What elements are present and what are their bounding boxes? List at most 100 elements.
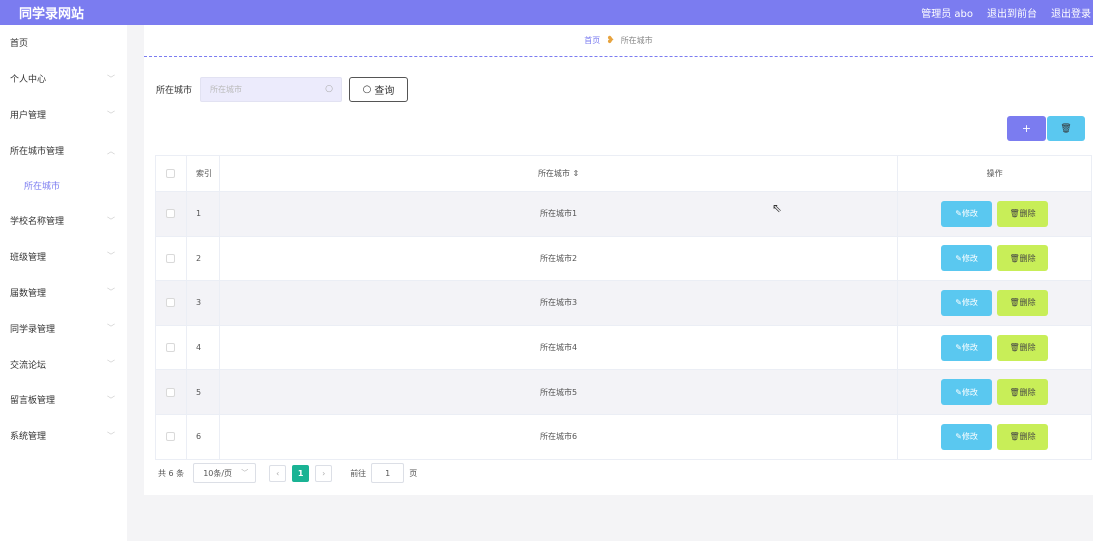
delete-button[interactable]: 🗑 删除 bbox=[997, 379, 1049, 406]
sidebar-item-school-management[interactable]: 学校名称管理 ﹀ bbox=[0, 203, 127, 239]
sidebar-item-user-management[interactable]: 用户管理 ﹀ bbox=[0, 97, 127, 133]
site-title: 同学录网站 bbox=[19, 7, 85, 22]
delete-label: 删除 bbox=[1019, 387, 1036, 397]
sidebar-item-label: 同学录管理 bbox=[10, 324, 56, 335]
search-label: 所在城市 bbox=[156, 86, 193, 96]
search-placeholder: 所在城市 bbox=[210, 85, 243, 94]
sidebar-item-system-management[interactable]: 系统管理 ﹀ bbox=[0, 418, 127, 454]
sidebar-item-message-board[interactable]: 留言板管理 ﹀ bbox=[0, 382, 127, 418]
row-actions: ✎ 修改 🗑 删除 bbox=[898, 192, 1092, 237]
sidebar-item-class-management[interactable]: 班级管理 ﹀ bbox=[0, 238, 127, 274]
delete-button[interactable]: 🗑 删除 bbox=[997, 289, 1049, 316]
add-button[interactable]: + bbox=[1007, 116, 1046, 141]
delete-button[interactable]: 🗑 删除 bbox=[997, 334, 1049, 361]
search-icon: ○ bbox=[362, 84, 372, 95]
trash-icon: 🗑 bbox=[1009, 253, 1020, 263]
row-checkbox[interactable] bbox=[166, 298, 176, 308]
row-index: 4 bbox=[186, 325, 220, 371]
table-row: 4 所在城市4 ✎ 修改 🗑 删除 bbox=[156, 325, 1092, 371]
sidebar-item-personal-center[interactable]: 个人中心 ﹀ bbox=[0, 61, 127, 97]
goto-page-input[interactable]: 1 bbox=[371, 463, 405, 483]
goto-label: 前往 bbox=[350, 468, 367, 478]
user-label: 管理员 abo bbox=[921, 9, 973, 20]
sidebar-item-label: 交流论坛 bbox=[10, 360, 47, 371]
row-checkbox[interactable] bbox=[166, 253, 176, 263]
batch-delete-button[interactable]: 🗑 bbox=[1047, 116, 1085, 141]
pagination: 共 6 条 10条/页 ﹀ ‹ 1 › 前往 1 页 bbox=[158, 463, 417, 483]
sidebar-item-label: 学校名称管理 bbox=[10, 217, 65, 227]
edit-button[interactable]: ✎ 修改 bbox=[941, 245, 993, 272]
edit-button[interactable]: ✎ 修改 bbox=[941, 334, 993, 361]
sidebar-item-city-management[interactable]: 所在城市管理 ︿ bbox=[0, 133, 127, 169]
edit-label: 修改 bbox=[961, 298, 978, 308]
search-icon: ○ bbox=[325, 84, 334, 94]
breadcrumb-home[interactable]: 首页 bbox=[584, 35, 600, 46]
header-city[interactable]: 所在城市 ⇕ bbox=[219, 156, 899, 192]
chevron-down-icon: ﹀ bbox=[107, 323, 115, 333]
row-city: 所在城市2 bbox=[219, 236, 899, 282]
prev-page-button[interactable]: ‹ bbox=[269, 464, 287, 482]
next-page-button[interactable]: › bbox=[315, 464, 333, 482]
edit-icon: ✎ bbox=[955, 387, 962, 397]
row-actions: ✎ 修改 🗑 删除 bbox=[898, 325, 1092, 371]
total-count: 共 6 条 bbox=[158, 468, 185, 478]
sidebar-item-grade-management[interactable]: 届数管理 ﹀ bbox=[0, 274, 127, 310]
edit-label: 修改 bbox=[961, 253, 978, 263]
sidebar-item-label: 用户管理 bbox=[10, 111, 47, 122]
row-city: 所在城市5 bbox=[219, 370, 899, 415]
goto-unit: 页 bbox=[409, 468, 418, 478]
sidebar-item-forum[interactable]: 交流论坛 ﹀ bbox=[0, 346, 127, 382]
edit-button[interactable]: ✎ 修改 bbox=[941, 200, 993, 227]
delete-label: 删除 bbox=[1019, 253, 1036, 263]
delete-label: 删除 bbox=[1019, 432, 1036, 442]
page-size-select[interactable]: 10条/页 ﹀ bbox=[193, 463, 257, 483]
edit-icon: ✎ bbox=[955, 209, 962, 219]
delete-button[interactable]: 🗑 删除 bbox=[997, 200, 1049, 227]
separator-icon: ❥ bbox=[606, 35, 615, 46]
breadcrumb: 首页 ❥ 所在城市 bbox=[144, 25, 1093, 57]
delete-button[interactable]: 🗑 删除 bbox=[997, 423, 1049, 450]
row-index: 3 bbox=[186, 281, 220, 326]
chevron-down-icon: ﹀ bbox=[107, 287, 115, 297]
edit-label: 修改 bbox=[961, 387, 978, 397]
checkbox-cell bbox=[156, 370, 187, 415]
exit-front-link[interactable]: 退出到前台 bbox=[987, 5, 1037, 20]
mouse-cursor-icon: ⇖ bbox=[772, 201, 783, 215]
header-checkbox-cell bbox=[156, 156, 187, 192]
page-number-current[interactable]: 1 bbox=[292, 464, 310, 482]
breadcrumb-current: 所在城市 bbox=[620, 36, 653, 45]
sidebar-item-alumni-management[interactable]: 同学录管理 ﹀ bbox=[0, 310, 127, 346]
edit-icon: ✎ bbox=[955, 343, 962, 353]
query-button[interactable]: ○ 查询 bbox=[349, 77, 409, 102]
delete-label: 删除 bbox=[1019, 298, 1036, 308]
row-checkbox[interactable] bbox=[166, 343, 176, 353]
delete-label: 删除 bbox=[1019, 209, 1036, 219]
edit-button[interactable]: ✎ 修改 bbox=[941, 423, 993, 450]
trash-icon: 🗑 bbox=[1009, 432, 1020, 442]
search-row: 所在城市 所在城市 ○ ○ 查询 bbox=[156, 77, 409, 102]
data-table: 索引 所在城市 ⇕ 操作 1 所在城市1 ✎ 修改 🗑 删除 2 所在城市2 ✎… bbox=[155, 155, 1092, 460]
edit-button[interactable]: ✎ 修改 bbox=[941, 289, 993, 316]
sidebar-subitem-city[interactable]: 所在城市 bbox=[0, 169, 127, 203]
select-all-checkbox[interactable] bbox=[166, 169, 176, 178]
header-index: 索引 bbox=[186, 156, 220, 192]
row-city: 所在城市3 bbox=[219, 281, 899, 326]
row-checkbox[interactable] bbox=[166, 387, 176, 397]
row-checkbox[interactable] bbox=[166, 432, 176, 442]
top-right-links: 管理员 abo 退出到前台 退出登录 bbox=[921, 5, 1091, 20]
chevron-down-icon: ﹀ bbox=[107, 395, 115, 405]
checkbox-cell bbox=[156, 325, 187, 371]
trash-icon: 🗑 bbox=[1009, 387, 1020, 397]
row-index: 1 bbox=[186, 192, 220, 237]
edit-button[interactable]: ✎ 修改 bbox=[941, 379, 993, 406]
logout-link[interactable]: 退出登录 bbox=[1051, 5, 1091, 20]
sidebar-item-label: 个人中心 bbox=[10, 75, 47, 86]
table-header-row: 索引 所在城市 ⇕ 操作 bbox=[156, 156, 1092, 192]
sidebar-item-label: 届数管理 bbox=[10, 288, 47, 299]
row-checkbox[interactable] bbox=[166, 209, 176, 219]
search-input[interactable]: 所在城市 ○ bbox=[200, 77, 343, 102]
delete-button[interactable]: 🗑 删除 bbox=[997, 245, 1049, 272]
sidebar-item-home[interactable]: 首页 bbox=[0, 25, 127, 61]
edit-icon: ✎ bbox=[955, 253, 962, 263]
trash-icon: 🗑 bbox=[1009, 343, 1020, 353]
